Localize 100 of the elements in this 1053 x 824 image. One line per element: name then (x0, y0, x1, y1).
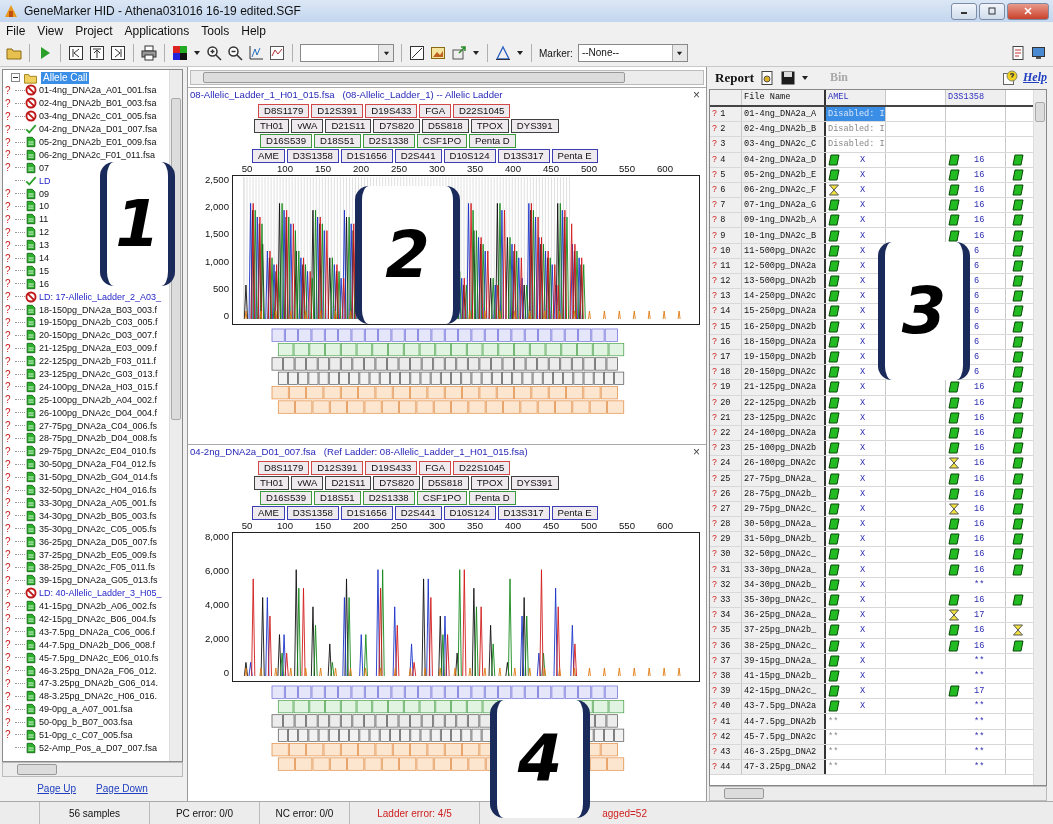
menu-item[interactable]: Applications (124, 24, 190, 38)
tree-item[interactable]: 27-75pg_DNA2a_C04_006.fs (39, 419, 158, 432)
tree-item[interactable]: 46-3.25pg_DNA2a_F06_012. (39, 664, 157, 677)
tree-item[interactable]: 10 (39, 200, 49, 213)
dropdown-field[interactable] (300, 44, 394, 62)
close-button[interactable]: × (693, 444, 700, 459)
tree-item[interactable]: 32-50pg_DNA2c_H04_016.fs (39, 484, 157, 497)
horizontal-scrollbar[interactable] (190, 70, 704, 85)
report-icon[interactable] (1010, 45, 1026, 61)
help-icon[interactable] (1002, 69, 1018, 86)
marker-bin[interactable]: D19S433 (365, 461, 418, 475)
column-header[interactable]: AMEL (826, 89, 886, 105)
tree-item[interactable]: 28-75pg_DNA2b_D04_008.fs (39, 432, 158, 445)
tree-item[interactable]: 22-125pg_DNA2b_F03_011.f (39, 355, 156, 368)
tree-item[interactable]: 43-7.5pg_DNA2a_C06_006.f (39, 625, 156, 638)
close-button[interactable] (1007, 2, 1049, 20)
marker-bin[interactable]: TPOX (470, 476, 509, 490)
tree-item[interactable]: 18-150pg_DNA2a_B03_003.f (39, 303, 158, 316)
marker-bin[interactable]: D2S441 (394, 506, 442, 520)
tree-item[interactable]: 23-125pg_DNA2c_G03_013.f (39, 368, 158, 381)
marker-bin[interactable]: TH01 (254, 476, 290, 490)
marker-bin[interactable]: D16S539 (260, 491, 312, 505)
tree-item[interactable]: 13 (39, 239, 49, 252)
column-header[interactable]: File Name (742, 89, 826, 105)
marker-bin[interactable]: CSF1PO (416, 491, 468, 505)
marker-bin[interactable]: D8S1179 (258, 461, 310, 475)
tree-item[interactable]: 41-15pg_DNA2b_A06_002.fs (39, 600, 157, 613)
tree-item[interactable]: 20-150pg_DNA2c_D03_007.f (39, 329, 158, 342)
tree-item[interactable]: 06-2ng_DNA2c_F01_011.fsa (39, 148, 155, 161)
tree-item[interactable]: 07 (39, 161, 49, 174)
help-link[interactable]: Help (1023, 70, 1047, 86)
marker-bin[interactable]: D10S124 (443, 506, 496, 520)
chart-icon[interactable] (248, 45, 264, 61)
marker-bin[interactable]: FGA (419, 461, 452, 475)
horizontal-scrollbar[interactable] (709, 786, 1047, 801)
caret-icon[interactable] (801, 73, 809, 82)
tree-item[interactable]: 21-125pg_DNA2a_E03_009.f (39, 342, 158, 355)
menu-item[interactable]: Tools (201, 24, 230, 38)
marker-bin[interactable]: vWA (291, 476, 324, 490)
marker-bin[interactable]: D22S1045 (453, 104, 511, 118)
marker-bin[interactable]: Penta D (469, 491, 516, 505)
marker-bin[interactable]: AME (252, 149, 285, 163)
tree-item[interactable]: 34-30pg_DNA2b_B05_003.fs (39, 509, 157, 522)
zoom-in-icon[interactable] (206, 45, 222, 61)
save-icon[interactable] (780, 69, 796, 86)
tree-item[interactable]: LD: 40-Allelic_Ladder_3_H05_ (39, 587, 162, 600)
marker-bin[interactable]: FGA (419, 104, 452, 118)
tree-item[interactable]: 52-Amp_Pos_a_D07_007.fsa (39, 741, 158, 754)
tree-item[interactable]: 16 (39, 277, 49, 290)
open-folder-icon[interactable] (6, 45, 22, 61)
tree-item[interactable]: 50-0pg_b_B07_003.fsa (39, 716, 133, 729)
marker-bin[interactable]: D2S1338 (362, 491, 415, 505)
marker-bin[interactable]: D2S441 (394, 149, 442, 163)
tree-item[interactable]: 15 (39, 264, 49, 277)
tree-item[interactable]: 12 (39, 226, 49, 239)
tree-item[interactable]: 37-25pg_DNA2b_E05_009.fs (39, 548, 157, 561)
collapse-icon[interactable] (11, 73, 20, 82)
last-page-icon[interactable] (110, 45, 126, 61)
marker-bin[interactable]: DYS391 (510, 476, 559, 490)
tree-item[interactable]: 47-3.25pg_DNA2b_G06_014. (39, 677, 159, 690)
marker-bin[interactable]: D12S391 (311, 104, 364, 118)
tree-item[interactable]: 14 (39, 252, 49, 264)
scrollbar[interactable] (169, 70, 182, 761)
menu-item[interactable]: Project (75, 24, 113, 38)
marker-bin[interactable]: D13S317 (497, 506, 550, 520)
tree-item[interactable]: 30-50pg_DNA2a_F04_012.fs (39, 458, 157, 471)
marker-bin[interactable]: D22S1045 (453, 461, 511, 475)
monitor-icon[interactable] (1031, 45, 1047, 61)
tree-item[interactable]: 49-0pg_a_A07_001.fsa (39, 703, 133, 716)
marker-bin[interactable]: D1S1656 (340, 149, 393, 163)
tree-item[interactable]: 39-15pg_DNA2a_G05_013.fs (39, 574, 158, 587)
tree-item[interactable]: 35-30pg_DNA2c_C05_005.fs (39, 522, 157, 535)
marker-bin[interactable]: D19S433 (365, 104, 418, 118)
marker-bin[interactable]: D16S539 (260, 134, 312, 148)
tree-item[interactable]: 24-100pg_DNA2a_H03_015.f (39, 380, 158, 393)
picture-icon[interactable] (430, 45, 446, 61)
marker-bin[interactable]: Penta D (469, 134, 516, 148)
menu-item[interactable]: View (37, 24, 64, 38)
tree-item[interactable]: 02-4ng_DNA2b_B01_003.fsa (39, 97, 157, 110)
tree-item[interactable]: 29-75pg_DNA2c_E04_010.fs (39, 445, 157, 458)
marker-bin[interactable]: D10S124 (443, 149, 496, 163)
column-header[interactable]: D3S1358 (946, 89, 1006, 105)
tree-item[interactable]: 09 (39, 187, 49, 200)
tree-item[interactable]: 51-0pg_c_C07_005.fsa (39, 728, 133, 741)
tree-item[interactable]: 44-7.5pg_DNA2b_D06_008.f (39, 638, 156, 651)
tree-item[interactable]: LD: 17-Allelic_Ladder_2_A03_ (39, 290, 162, 303)
marker-bin[interactable]: TPOX (470, 119, 509, 133)
tree-item[interactable]: 25-100pg_DNA2b_A04_002.f (39, 393, 158, 406)
printer-icon[interactable] (141, 45, 157, 61)
caret-icon[interactable] (516, 49, 524, 57)
caret-icon[interactable] (193, 49, 201, 57)
tree-item[interactable]: 19-150pg_DNA2b_C03_005.f (39, 316, 158, 329)
page-link[interactable]: Page Up (37, 783, 77, 794)
marker-dropdown[interactable]: --None-- (577, 44, 688, 62)
page-link[interactable]: Page Down (96, 783, 148, 794)
marker-bin[interactable]: D18S51 (314, 134, 361, 148)
menu-item[interactable]: File (6, 24, 26, 38)
marker-bin[interactable]: D2S1338 (362, 134, 415, 148)
minimize-button[interactable] (951, 2, 977, 20)
tree-item[interactable]: 04-2ng_DNA2a_D01_007.fsa (39, 123, 158, 136)
